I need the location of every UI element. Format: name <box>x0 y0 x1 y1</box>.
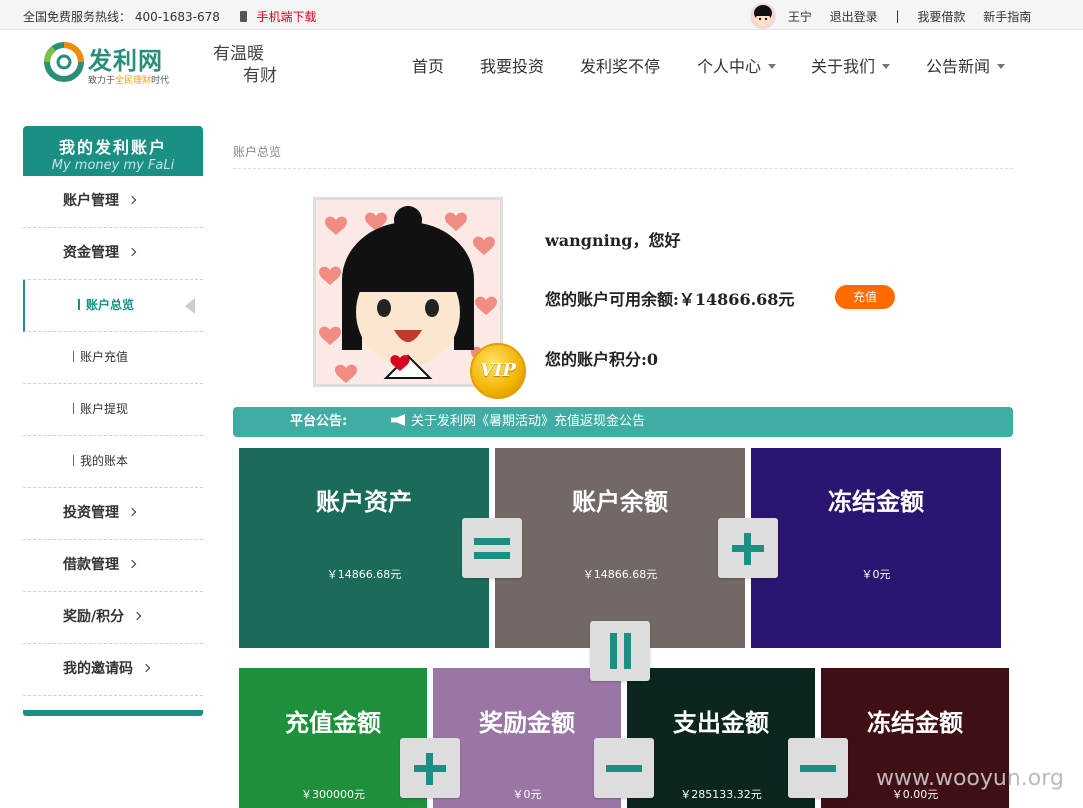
user-links: 王宁 退出登录 | 我要借款 新手指南 <box>750 3 1045 29</box>
greeting: wangning，您好 <box>545 231 681 250</box>
account-balance-box: 账户余额 ￥14866.68元 <box>495 448 745 648</box>
box-amount: ￥285133.32元 <box>680 788 762 801</box>
sidebar-title: 我的发利账户 <box>58 138 167 157</box>
megaphone-icon <box>391 414 405 426</box>
chevron-right-icon <box>127 507 137 517</box>
box-title: 账户余额 <box>572 487 668 516</box>
box-title: 冻结金额 <box>828 487 924 516</box>
slogan: 有温暖 有财 <box>213 43 277 87</box>
platform-notice: 平台公告: 关于发利网《暑期活动》充值返现金公告 <box>233 407 1013 437</box>
points-text: 您的账户积分:0 <box>545 350 659 369</box>
expense-amount-box: 支出金额 ￥285133.32元 <box>627 668 815 808</box>
site-logo[interactable]: 发利网 致力于全民理财时代 <box>44 41 194 91</box>
sidebar-item-recharge[interactable]: 账户充值 <box>23 332 203 384</box>
top-bar: 全国免费服务热线： 400-1683-678 手机端下载 王宁 退出登录 | 我… <box>0 0 1083 30</box>
sidebar-item-withdraw[interactable]: 账户提现 <box>23 384 203 436</box>
box-title: 支出金额 <box>673 708 769 737</box>
sidebar-item-ledger[interactable]: 我的账本 <box>23 436 203 488</box>
box-title: 冻结金额 <box>867 708 963 737</box>
chevron-right-icon <box>127 195 137 205</box>
separator: | <box>895 9 900 23</box>
breadcrumb: 账户总览 <box>233 143 1013 169</box>
box-title: 奖励金额 <box>479 708 575 737</box>
minus-icon <box>594 738 654 798</box>
box-title: 充值金额 <box>285 708 381 737</box>
sidebar-item-account[interactable]: 账户管理 <box>23 176 203 228</box>
hotline-label: 全国免费服务热线： <box>23 10 132 24</box>
caret-down-icon <box>768 64 777 69</box>
box-amount: ￥0元 <box>861 568 891 581</box>
equals-vertical-icon <box>590 621 650 681</box>
reward-amount-box: 奖励金额 ￥0元 <box>433 668 621 808</box>
nav-rewards[interactable]: 发利奖不停 <box>580 53 660 77</box>
logo-subtitle: 致力于全民理财时代 <box>88 76 170 86</box>
sidebar-item-overview[interactable]: 账户总览 <box>23 280 203 332</box>
mobile-download-link[interactable]: 手机端下载 <box>257 10 317 24</box>
watermark: www.wooyun.org <box>876 766 1064 791</box>
frozen-amount-box: 冻结金额 ￥0元 <box>751 448 1001 648</box>
plus-icon <box>718 518 778 578</box>
sidebar-footer-bar <box>23 710 203 716</box>
minus-icon <box>788 738 848 798</box>
sidebar-menu: 账户管理 资金管理 账户总览 账户充值 账户提现 我的账本 投资管理 借款管理 … <box>23 176 203 696</box>
chevron-right-icon <box>127 559 137 569</box>
nav-personal-center[interactable]: 个人中心 <box>697 53 777 77</box>
logo-title: 发利网 <box>88 46 163 75</box>
logout-link[interactable]: 退出登录 <box>830 8 878 25</box>
box-amount: ￥14866.68元 <box>326 568 402 581</box>
guide-link[interactable]: 新手指南 <box>983 8 1031 25</box>
sidebar-subtitle: My money my FaLi <box>51 158 175 173</box>
nav-invest[interactable]: 我要投资 <box>480 53 544 77</box>
chevron-right-icon <box>127 247 137 257</box>
sidebar-item-invite[interactable]: 我的邀请码 <box>23 644 203 696</box>
sidebar-item-reward[interactable]: 奖励/积分 <box>23 592 203 644</box>
account-assets-box: 账户资产 ￥14866.68元 <box>239 448 489 648</box>
notice-link[interactable]: 关于发利网《暑期活动》充值返现金公告 <box>391 407 645 437</box>
caret-down-icon <box>882 64 891 69</box>
box-amount: ￥300000元 <box>301 788 365 801</box>
user-avatar-small[interactable] <box>750 3 776 29</box>
sidebar-item-funds[interactable]: 资金管理 <box>23 228 203 280</box>
username[interactable]: 王宁 <box>788 8 812 25</box>
nav-home[interactable]: 首页 <box>412 53 444 77</box>
nav-about[interactable]: 关于我们 <box>811 53 891 77</box>
box-amount: ￥14866.68元 <box>582 568 658 581</box>
borrow-link[interactable]: 我要借款 <box>917 8 965 25</box>
notice-label: 平台公告: <box>290 414 348 429</box>
equals-icon <box>462 518 522 578</box>
caret-down-icon <box>997 64 1006 69</box>
sidebar-item-invest[interactable]: 投资管理 <box>23 488 203 540</box>
mobile-phone-icon <box>239 11 247 22</box>
sidebar-item-loan[interactable]: 借款管理 <box>23 540 203 592</box>
slogan-line-1: 有温暖 <box>213 44 264 64</box>
active-arrow-icon <box>185 298 195 314</box>
slogan-line-2: 有财 <box>243 66 277 86</box>
sidebar-header: 我的发利账户 My money my FaLi <box>23 126 203 176</box>
recharge-amount-box: 充值金额 ￥300000元 <box>239 668 427 808</box>
plus-icon <box>400 738 460 798</box>
hotline: 全国免费服务热线： 400-1683-678 手机端下载 <box>23 8 317 25</box>
vip-badge: VIP <box>470 343 526 399</box>
balance-text: 您的账户可用余额:￥14866.68元 <box>545 290 795 309</box>
box-amount: ￥0元 <box>512 788 542 801</box>
recharge-button[interactable]: 充值 <box>835 285 895 309</box>
logo-swirl-icon <box>44 42 84 82</box>
header: 发利网 致力于全民理财时代 有温暖 有财 首页 我要投资 发利奖不停 个人中心 … <box>0 31 1083 101</box>
chevron-right-icon <box>132 611 142 621</box>
nav-news[interactable]: 公告新闻 <box>926 53 1006 77</box>
chevron-right-icon <box>141 663 151 673</box>
box-title: 账户资产 <box>316 487 412 516</box>
hotline-number: 400-1683-678 <box>134 10 220 24</box>
